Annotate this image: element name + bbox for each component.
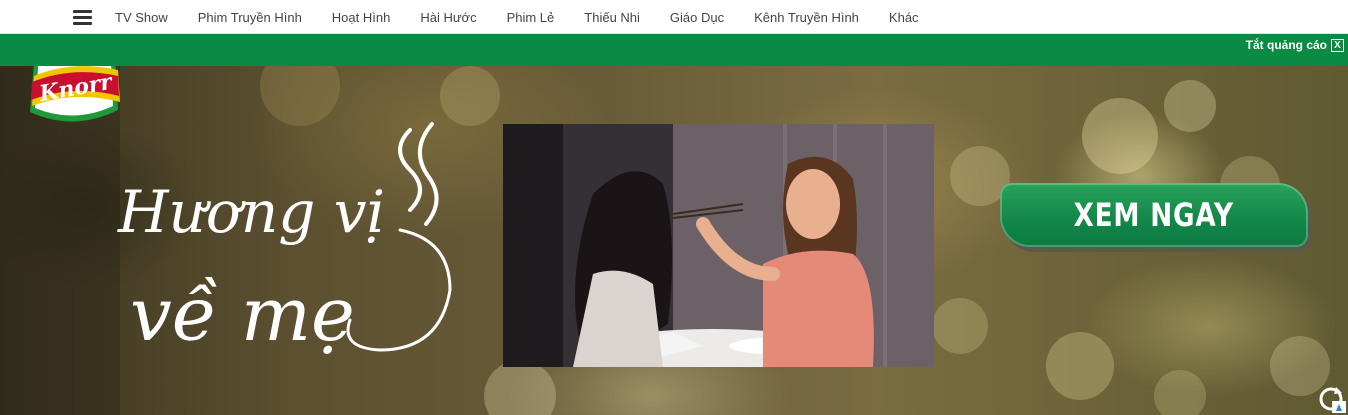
- top-navigation-bar: TV Show Phim Truyền Hình Hoạt Hình Hài H…: [0, 0, 1348, 34]
- hamburger-menu-icon[interactable]: [73, 10, 92, 25]
- slogan-line-1: Hương vị: [117, 178, 385, 246]
- refresh-icon[interactable]: [1316, 385, 1346, 413]
- close-ad-control[interactable]: Tắt quảng cáo X: [1246, 38, 1344, 52]
- close-ad-label[interactable]: Tắt quảng cáo: [1246, 38, 1327, 52]
- nav-item-kenh-truyen-hinh[interactable]: Kênh Truyền Hình: [739, 10, 874, 25]
- ad-banner[interactable]: Knorr Hương vị về mẹ XEM NGAY: [0, 66, 1348, 415]
- ad-video-frame[interactable]: [503, 124, 934, 367]
- slogan-line-2: về mẹ: [130, 272, 355, 358]
- nav-item-hai-huoc[interactable]: Hài Hước: [405, 10, 491, 25]
- ad-green-strip: [0, 34, 1348, 66]
- slogan-script-art: Hương vị về mẹ: [117, 122, 452, 358]
- xem-ngay-button[interactable]: XEM NGAY: [1000, 183, 1314, 253]
- nav-item-hoat-hinh[interactable]: Hoạt Hình: [317, 10, 406, 25]
- nav-menu: TV Show Phim Truyền Hình Hoạt Hình Hài H…: [100, 0, 934, 34]
- xem-ngay-label: XEM NGAY: [1073, 196, 1235, 234]
- nav-item-phim-le[interactable]: Phim Lẻ: [492, 10, 570, 25]
- close-icon[interactable]: X: [1331, 38, 1344, 52]
- nav-item-khac[interactable]: Khác: [874, 10, 934, 25]
- nav-item-phim-truyen-hinh[interactable]: Phim Truyền Hình: [183, 10, 317, 25]
- nav-item-thieu-nhi[interactable]: Thiếu Nhi: [569, 10, 655, 25]
- xem-ngay-button-face[interactable]: XEM NGAY: [1000, 183, 1308, 247]
- nav-item-tv-show[interactable]: TV Show: [100, 10, 183, 25]
- nav-item-giao-duc[interactable]: Giáo Dục: [655, 10, 739, 25]
